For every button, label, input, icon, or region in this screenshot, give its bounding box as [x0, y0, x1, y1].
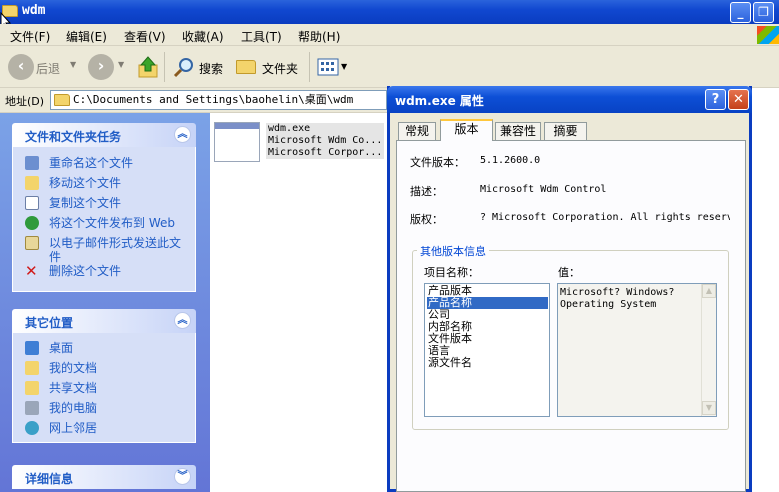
copyright-value: ? Microsoft Corporation. All rights rese… [480, 212, 730, 223]
places-panel: 桌面 我的文档 共享文档 我的电脑 网上邻居 [12, 333, 196, 443]
task-email[interactable]: 以电子邮件形式发送此文件 [49, 236, 189, 264]
copy-icon [25, 196, 39, 210]
tab-version[interactable]: 版本 [440, 119, 493, 141]
file-version-label: 文件版本： [410, 156, 465, 169]
search-icon[interactable] [173, 56, 197, 78]
menu-view[interactable]: 查看(V) [124, 28, 166, 45]
folder-icon [54, 94, 70, 106]
maximize-button[interactable]: ❐ [753, 2, 774, 23]
explorer-content-edge [752, 88, 779, 492]
search-button[interactable]: 搜索 [199, 60, 223, 77]
menu-favorites[interactable]: 收藏(A) [182, 28, 224, 45]
collapse-chevron-icon[interactable]: ︽ [174, 126, 191, 143]
toolbar: ‹ 后退 ▼ › ▼ 搜索 文件夹 ▼ [0, 46, 779, 88]
folders-button[interactable]: 文件夹 [262, 60, 298, 77]
desktop-icon [25, 341, 39, 355]
menu-file[interactable]: 文件(F) [10, 28, 50, 45]
rename-icon [25, 156, 39, 170]
network-places-icon [25, 421, 39, 435]
value-scrollbar[interactable]: ▲ ▼ [701, 284, 716, 416]
description-label: 描述： [410, 185, 443, 198]
details-panel-title: 详细信息 [25, 472, 74, 486]
task-delete[interactable]: 删除这个文件 [49, 264, 121, 278]
value-text: Microsoft? Windows? Operating System [560, 287, 675, 310]
tasks-panel-title: 文件和文件夹任务 [25, 130, 122, 144]
value-label: 值： [558, 266, 580, 279]
address-input[interactable]: C:\Documents and Settings\baohelin\桌面\wd… [50, 90, 387, 110]
tasks-panel: 重命名这个文件 移动这个文件 复制这个文件 将这个文件发布到 Web 以电子邮件… [12, 147, 196, 292]
delete-icon: ✕ [25, 262, 38, 280]
address-path: C:\Documents and Settings\baohelin\桌面\wd… [73, 93, 354, 106]
task-rename[interactable]: 重命名这个文件 [49, 156, 133, 170]
dialog-titlebar[interactable]: wdm.exe 属性 ? ✕ [387, 86, 752, 113]
item-name-list[interactable]: 产品版本 产品名称 公司 内部名称 文件版本 语言 源文件名 [424, 283, 550, 417]
close-button[interactable]: ✕ [728, 89, 749, 110]
shared-documents-icon [25, 381, 39, 395]
tab-summary[interactable]: 摘要 [544, 122, 587, 140]
expand-chevron-icon[interactable]: ︾ [174, 468, 191, 485]
back-dropdown-icon[interactable]: ▼ [70, 60, 76, 69]
menu-tools[interactable]: 工具(T) [241, 28, 282, 45]
views-dropdown-icon[interactable]: ▼ [341, 62, 347, 71]
file-item[interactable]: wdm.exe Microsoft Wdm Co... Microsoft Corp… [266, 123, 385, 159]
address-label: 地址(D) [5, 95, 45, 108]
tab-compatibility[interactable]: 兼容性 [495, 122, 541, 140]
back-button[interactable]: 后退 [36, 60, 60, 77]
views-icon[interactable] [317, 58, 339, 76]
minimize-button[interactable]: _ [730, 2, 751, 23]
scroll-down-icon[interactable]: ▼ [702, 401, 716, 415]
file-version-value: 5.1.2600.0 [480, 155, 541, 166]
folders-icon[interactable] [236, 60, 256, 74]
place-desktop[interactable]: 桌面 [49, 341, 73, 355]
scroll-up-icon[interactable]: ▲ [702, 284, 716, 298]
forward-arrow-icon[interactable]: › [88, 54, 114, 80]
tab-general[interactable]: 常规 [398, 122, 436, 140]
file-name: wdm.exe [268, 123, 311, 134]
file-company: Microsoft Corpor... [268, 147, 383, 158]
place-shared-documents[interactable]: 共享文档 [49, 381, 97, 395]
toolbar-separator [164, 52, 165, 82]
copyright-label: 版权： [410, 213, 443, 226]
place-network[interactable]: 网上邻居 [49, 421, 97, 435]
place-my-computer[interactable]: 我的电脑 [49, 401, 97, 415]
collapse-chevron-icon[interactable]: ︽ [174, 312, 191, 329]
my-computer-icon [25, 401, 39, 415]
web-publish-icon [25, 216, 39, 230]
back-arrow-icon[interactable]: ‹ [8, 54, 34, 80]
places-panel-header[interactable]: 其它位置 ︽ [12, 309, 196, 333]
up-folder-icon[interactable] [137, 55, 159, 79]
email-icon [25, 236, 39, 250]
task-move[interactable]: 移动这个文件 [49, 176, 121, 190]
exe-file-icon[interactable] [214, 122, 260, 162]
move-icon [25, 176, 39, 190]
place-my-documents[interactable]: 我的文档 [49, 361, 97, 375]
tasks-panel-header[interactable]: 文件和文件夹任务 ︽ [12, 123, 196, 147]
file-description: Microsoft Wdm Co... [268, 135, 383, 146]
menu-bar: 文件(F) 编辑(E) 查看(V) 收藏(A) 工具(T) 帮助(H) [0, 24, 779, 46]
task-publish-web[interactable]: 将这个文件发布到 Web [49, 216, 175, 230]
window-titlebar[interactable]: wdm _ ❐ [0, 0, 779, 24]
task-copy[interactable]: 复制这个文件 [49, 196, 121, 210]
forward-dropdown-icon[interactable]: ▼ [118, 60, 124, 69]
windows-logo-icon [757, 26, 779, 44]
toolbar-separator [309, 52, 310, 82]
menu-help[interactable]: 帮助(H) [298, 28, 340, 45]
file-icon-titlebar [215, 123, 259, 129]
list-item[interactable]: 源文件名 [427, 357, 548, 369]
my-documents-icon [25, 361, 39, 375]
description-value: Microsoft Wdm Control [480, 184, 607, 195]
item-name-label: 项目名称： [424, 266, 479, 279]
dialog-title: wdm.exe 属性 [395, 94, 484, 108]
help-button[interactable]: ? [705, 89, 726, 110]
window-title: wdm [22, 3, 46, 18]
menu-edit[interactable]: 编辑(E) [66, 28, 107, 45]
places-panel-title: 其它位置 [25, 316, 74, 330]
other-info-title: 其他版本信息 [417, 243, 489, 259]
value-textbox[interactable]: Microsoft? Windows? Operating System ▲ ▼ [557, 283, 717, 417]
details-panel-header[interactable]: 详细信息 ︾ [12, 465, 196, 489]
